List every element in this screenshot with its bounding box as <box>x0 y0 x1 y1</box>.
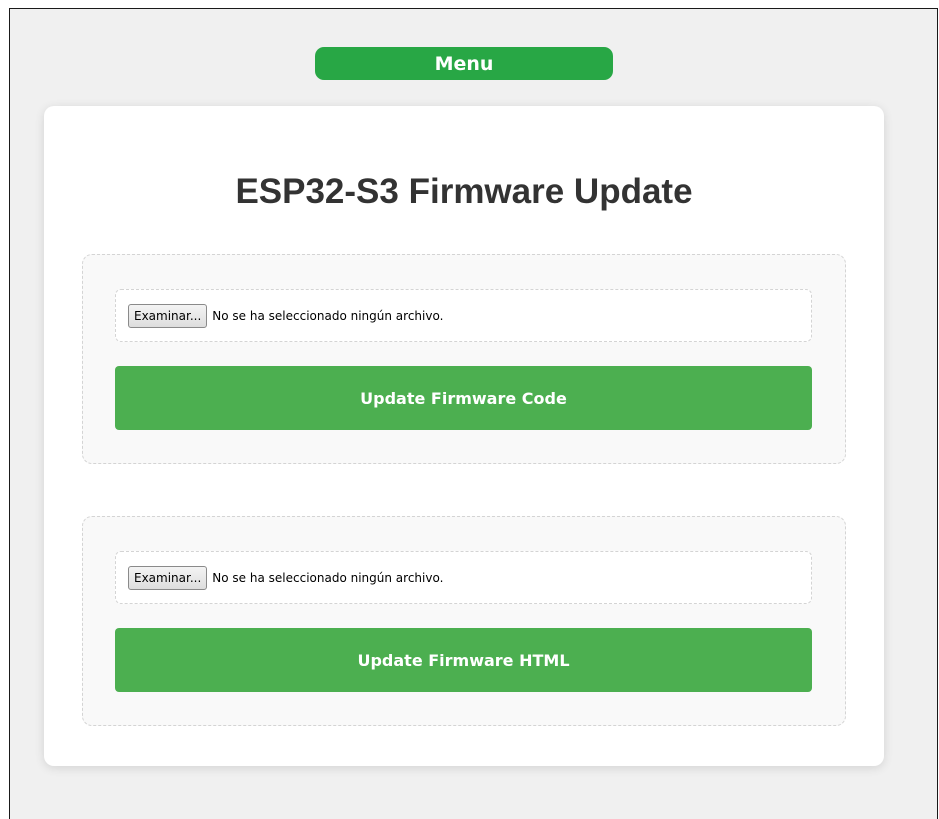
update-firmware-code-button[interactable]: Update Firmware Code <box>115 366 812 430</box>
firmware-code-browse-button[interactable]: Examinar... <box>128 303 208 328</box>
firmware-code-file-input[interactable]: Examinar... No se ha seleccionado ningún… <box>115 289 812 342</box>
firmware-code-file-status: No se ha seleccionado ningún archivo. <box>212 308 444 323</box>
update-firmware-html-button[interactable]: Update Firmware HTML <box>115 628 812 692</box>
menu-button[interactable]: Menu <box>315 47 613 80</box>
firmware-html-upload-form: Examinar... No se ha seleccionado ningún… <box>82 516 846 726</box>
firmware-html-file-status: No se ha seleccionado ningún archivo. <box>212 570 444 585</box>
page-title: ESP32-S3 Firmware Update <box>235 172 693 211</box>
browser-viewport: Menu ESP32-S3 Firmware Update Examinar..… <box>9 8 938 819</box>
firmware-html-file-input[interactable]: Examinar... No se ha seleccionado ningún… <box>115 551 812 604</box>
firmware-html-browse-button[interactable]: Examinar... <box>128 565 208 590</box>
firmware-update-card: ESP32-S3 Firmware Update Examinar... No … <box>44 106 884 766</box>
firmware-code-upload-form: Examinar... No se ha seleccionado ningún… <box>82 254 846 464</box>
